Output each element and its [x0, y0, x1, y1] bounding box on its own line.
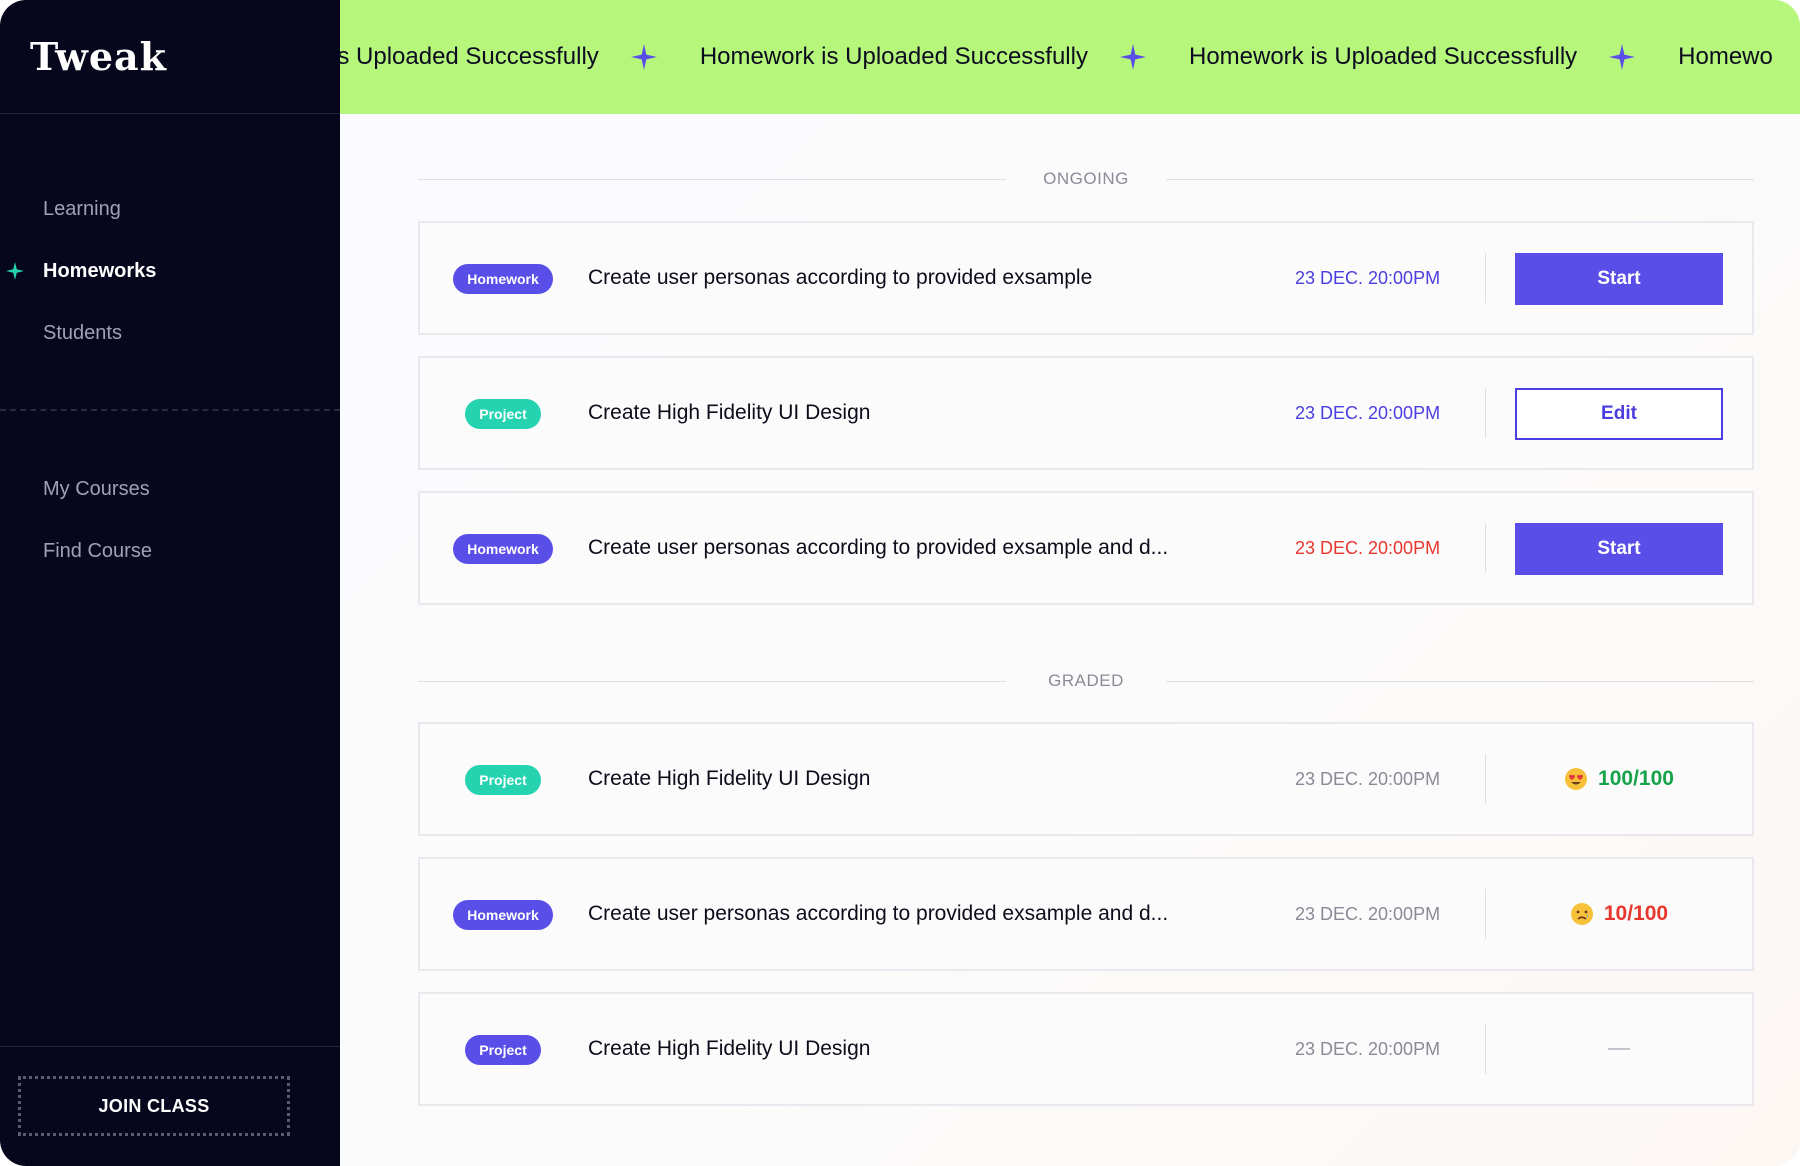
- primary-nav: Learning Homeworks Students: [0, 178, 340, 364]
- vertical-divider: [1485, 754, 1486, 804]
- sparkle-icon: [630, 44, 657, 70]
- assignment-title: Create user personas according to provid…: [588, 266, 1093, 289]
- sidebar-item-label: Find Course: [43, 539, 152, 562]
- assignment-card: Project Create High Fidelity UI Design 2…: [418, 356, 1754, 470]
- graded-card: Project Create High Fidelity UI Design 2…: [418, 722, 1754, 836]
- main-content: ork is Uploaded Successfully Homework is…: [340, 0, 1800, 1166]
- sidebar-item-homeworks[interactable]: Homeworks: [0, 240, 340, 302]
- assignment-title: Create High Fidelity UI Design: [588, 1037, 871, 1060]
- app-window: Tweak Learning Homeworks Students My Cou…: [0, 0, 1800, 1166]
- score: 100/100: [1598, 767, 1674, 790]
- banner-text: Homewo: [1678, 43, 1773, 70]
- edit-button[interactable]: Edit: [1515, 388, 1723, 440]
- due-date: 23 DEC. 20:00PM: [1295, 267, 1441, 288]
- section-title: GRADED: [1048, 671, 1124, 690]
- sidebar-item-label: Students: [43, 321, 122, 344]
- sidebar-item-students[interactable]: Students: [0, 302, 340, 364]
- vertical-divider: [1485, 1024, 1486, 1074]
- sidebar: Tweak Learning Homeworks Students My Cou…: [0, 0, 340, 1166]
- banner-text: ork is Uploaded Successfully: [340, 43, 599, 70]
- assignment-title: Create High Fidelity UI Design: [588, 401, 871, 424]
- sidebar-divider: [0, 409, 340, 411]
- sidebar-item-find-course[interactable]: Find Course: [0, 520, 340, 582]
- sidebar-item-my-courses[interactable]: My Courses: [0, 458, 340, 520]
- type-badge: Homework: [453, 264, 553, 294]
- type-badge: Project: [465, 399, 541, 429]
- assignment-title: Create user personas according to provid…: [588, 902, 1169, 925]
- section-header-graded: GRADED: [418, 669, 1754, 693]
- graded-card: Homework Create user personas according …: [418, 857, 1754, 971]
- due-date: 23 DEC. 20:00PM: [1295, 768, 1441, 789]
- assignment-card: Homework Create user personas according …: [418, 221, 1754, 335]
- start-button[interactable]: Start: [1515, 523, 1723, 575]
- type-badge: Homework: [453, 534, 553, 564]
- logo-area: Tweak: [0, 0, 340, 114]
- due-date: 23 DEC. 20:00PM: [1295, 1038, 1441, 1059]
- due-date: 23 DEC. 20:00PM: [1295, 402, 1441, 423]
- vertical-divider: [1485, 253, 1486, 303]
- active-star-icon: [6, 262, 24, 280]
- vertical-divider: [1485, 388, 1486, 438]
- graded-card: Project Create High Fidelity UI Design 2…: [418, 992, 1754, 1106]
- banner-track: ork is Uploaded Successfully Homework is…: [340, 0, 1800, 114]
- sad-emoji-icon: [1570, 903, 1593, 925]
- sidebar-item-label: My Courses: [43, 477, 150, 500]
- divider-line: [418, 178, 1006, 180]
- type-badge: Project: [465, 765, 541, 795]
- type-badge: Project: [465, 1035, 541, 1065]
- divider-line: [1166, 680, 1754, 682]
- assignment-card: Homework Create user personas according …: [418, 491, 1754, 605]
- divider-line: [418, 680, 1006, 682]
- vertical-divider: [1485, 523, 1486, 573]
- heart-eyes-emoji-icon: [1565, 768, 1588, 790]
- grade-display: 10/100: [1515, 859, 1723, 969]
- assignment-title: Create High Fidelity UI Design: [588, 767, 871, 790]
- due-date: 23 DEC. 20:00PM: [1295, 903, 1441, 924]
- sparkle-icon: [1119, 44, 1146, 70]
- app-logo[interactable]: Tweak: [30, 34, 167, 79]
- due-date-overdue: 23 DEC. 20:00PM: [1295, 537, 1441, 558]
- join-class-button[interactable]: JOIN CLASS: [18, 1076, 290, 1136]
- start-button[interactable]: Start: [1515, 253, 1723, 305]
- type-badge: Homework: [453, 900, 553, 930]
- sidebar-item-label: Learning: [43, 197, 121, 220]
- banner-text: Homework is Uploaded Successfully: [1188, 43, 1578, 70]
- pending-score-dash: [1608, 1048, 1630, 1050]
- assignment-title: Create user personas according to provid…: [588, 536, 1169, 559]
- banner-message: Homework is Uploaded Successfully: [1189, 43, 1678, 71]
- secondary-nav: My Courses Find Course: [0, 458, 340, 582]
- sidebar-item-label: Homeworks: [43, 259, 157, 282]
- banner-message: Homework is Uploaded Successfully: [700, 43, 1189, 71]
- success-banner: ork is Uploaded Successfully Homework is…: [340, 0, 1800, 114]
- banner-message: Homewo: [1678, 43, 1800, 71]
- sidebar-item-learning[interactable]: Learning: [0, 178, 340, 240]
- sidebar-footer: JOIN CLASS: [0, 1046, 340, 1166]
- sparkle-icon: [1609, 44, 1636, 70]
- section-header-ongoing: ONGOING: [418, 167, 1754, 191]
- vertical-divider: [1485, 889, 1486, 939]
- grade-display: 100/100: [1515, 724, 1723, 834]
- banner-text: Homework is Uploaded Successfully: [699, 43, 1088, 70]
- section-title: ONGOING: [1043, 169, 1129, 188]
- score: 10/100: [1603, 902, 1669, 925]
- grade-display: [1515, 994, 1723, 1104]
- banner-message: ork is Uploaded Successfully: [340, 43, 700, 71]
- divider-line: [1166, 178, 1754, 180]
